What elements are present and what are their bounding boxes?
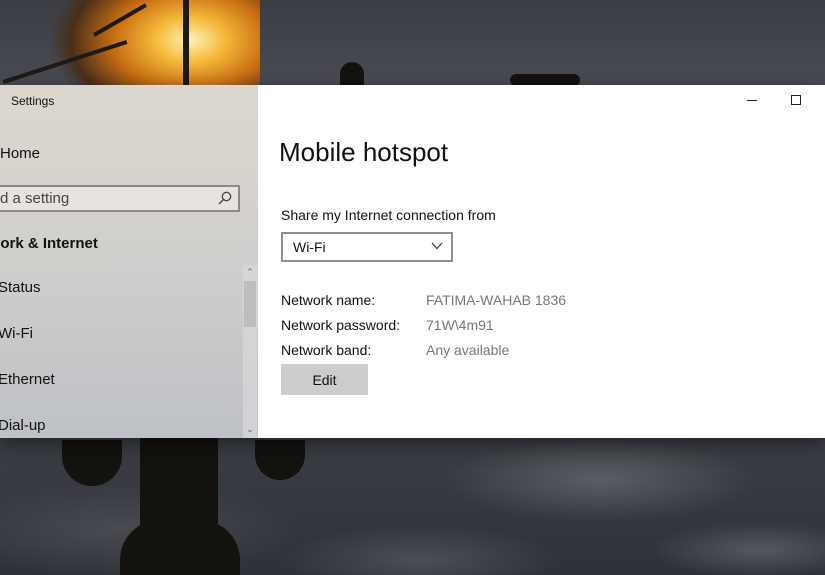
app-title: Settings [11,94,55,108]
edit-button[interactable]: Edit [281,364,368,395]
sidebar-item-label: Status [0,279,41,296]
lamp-post-base [120,520,240,575]
search-box[interactable] [0,185,240,212]
section-heading: vork & Internet [0,235,98,252]
search-icon[interactable] [217,190,233,206]
network-name-value: FATIMA-WAHAB 1836 [426,292,567,308]
sidebar-item-label: Wi-Fi [0,325,33,342]
lamp-frame [183,0,189,86]
sidebar-item-label: Ethernet [0,371,55,388]
sidebar-item-label: Dial-up [0,417,46,434]
maximize-button[interactable] [776,89,816,113]
settings-window: Settings Home vork & Internet Status Wi-… [0,85,825,438]
lamp-finial [340,62,364,86]
minimize-icon [747,100,757,101]
sidebar-item-dial-up[interactable]: Dial-up [0,406,238,438]
main-content: Mobile hotspot Share my Internet connect… [258,85,825,438]
network-band-label: Network band: [281,342,372,358]
scroll-down-icon[interactable]: ⌄ [243,422,257,436]
sidebar-item-wifi[interactable]: Wi-Fi [0,314,238,354]
network-password-value: 71W\4m91 [426,317,494,333]
chevron-down-icon [431,242,443,250]
sidebar-scrollbar[interactable]: ⌃ ⌄ [243,265,257,438]
page-title: Mobile hotspot [279,137,449,167]
sidebar-item-ethernet[interactable]: Ethernet [0,360,238,400]
sidebar-item-status[interactable]: Status [0,268,238,308]
maximize-icon [791,95,801,105]
network-password-label: Network password: [281,317,401,333]
settings-sidebar: Settings Home vork & Internet Status Wi-… [0,85,258,438]
network-name-label: Network name: [281,292,376,308]
minimize-button[interactable] [732,89,772,113]
scroll-thumb[interactable] [244,281,256,327]
share-connection-label: Share my Internet connection from [281,207,496,223]
share-connection-dropdown[interactable]: Wi-Fi [281,232,453,262]
scroll-up-icon[interactable]: ⌃ [243,265,257,279]
nav-home[interactable]: Home [0,145,40,162]
search-input[interactable] [0,187,210,210]
dropdown-selected-value: Wi-Fi [293,239,326,255]
network-band-value: Any available [426,342,510,358]
